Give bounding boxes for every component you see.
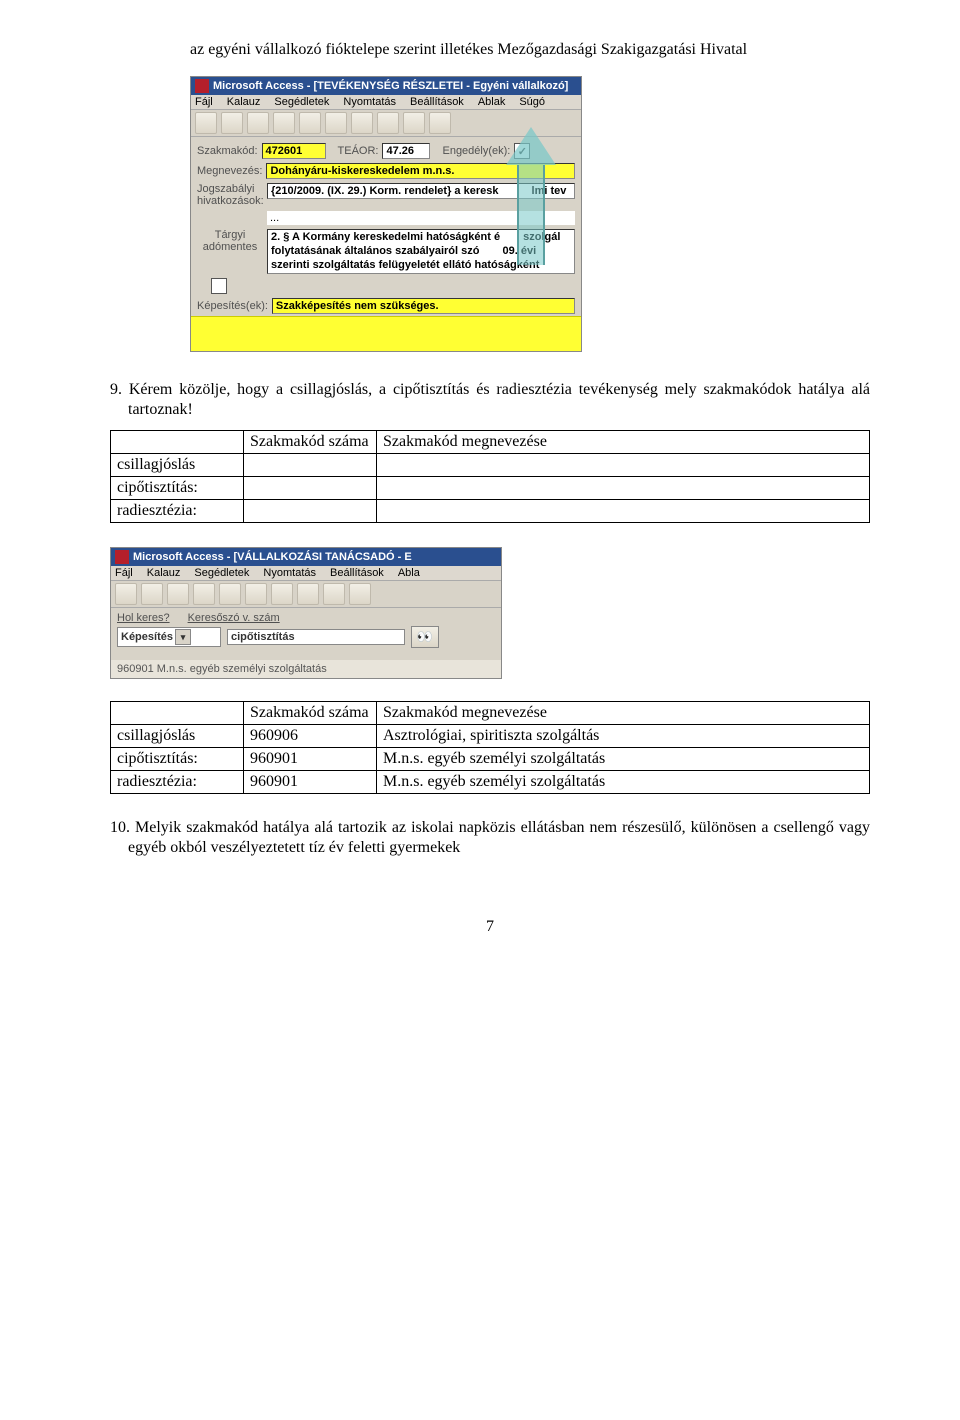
- toolbar-button[interactable]: [273, 112, 295, 134]
- checkbox-engedely[interactable]: ✓: [514, 143, 530, 159]
- row-label: csillagjóslás: [111, 725, 244, 748]
- menu-item[interactable]: Segédletek: [194, 567, 249, 579]
- label-szakmakod: Szakmakód:: [197, 145, 258, 157]
- menu-item[interactable]: Abla: [398, 567, 420, 579]
- search-result[interactable]: 960901 M.n.s. egyéb személyi szolgáltatá…: [111, 660, 501, 678]
- toolbar-button[interactable]: [167, 583, 189, 605]
- intro-text: az egyéni vállalkozó fióktelepe szerint …: [110, 40, 870, 60]
- label-teaor: TEÁOR:: [338, 145, 379, 157]
- menu-item[interactable]: Beállítások: [410, 96, 464, 108]
- label-kepesites: Képesítés(ek):: [197, 300, 268, 312]
- text-targyi-1b: szolgál: [523, 231, 560, 243]
- window-title: Microsoft Access - [VÁLLALKOZÁSI TANÁCSA…: [133, 551, 412, 563]
- toolbar-button[interactable]: [195, 112, 217, 134]
- page-number: 7: [110, 918, 870, 936]
- th-code: Szakmakód száma: [244, 431, 377, 454]
- toolbar-button[interactable]: [377, 112, 399, 134]
- row-code: 960901: [244, 771, 377, 794]
- field-jogszab-tail: lmi tev: [532, 185, 567, 197]
- row-desc: Asztrológiai, spiritiszta szolgáltás: [377, 725, 870, 748]
- window-titlebar: Microsoft Access - [VÁLLALKOZÁSI TANÁCSA…: [111, 548, 501, 566]
- input-kereso[interactable]: cipőtisztítás: [227, 629, 405, 645]
- screenshot-1: Microsoft Access - [TEVÉKENYSÉG RÉSZLETE…: [190, 76, 870, 352]
- field-megnevezes[interactable]: Dohányáru-kiskereskedelem m.n.s.: [266, 163, 575, 179]
- menu-bar[interactable]: Fájl Kalauz Segédletek Nyomtatás Beállít…: [111, 566, 501, 581]
- field-jogszab: {210/2009. (IX. 29.) Korm. rendelet} a k…: [271, 185, 498, 197]
- toolbar-button[interactable]: [219, 583, 241, 605]
- label-hol: Hol keres?: [117, 612, 170, 624]
- menu-item[interactable]: Fájl: [115, 567, 133, 579]
- row-desc: M.n.s. egyéb személyi szolgáltatás: [377, 748, 870, 771]
- row-code: 960901: [244, 748, 377, 771]
- menu-item[interactable]: Kalauz: [227, 96, 261, 108]
- toolbar-button[interactable]: [193, 583, 215, 605]
- toolbar-button[interactable]: [297, 583, 319, 605]
- toolbar-button[interactable]: [141, 583, 163, 605]
- toolbar: [191, 110, 581, 137]
- field-kepesites[interactable]: Szakképesítés nem szükséges.: [272, 298, 575, 314]
- screenshot-2: Microsoft Access - [VÁLLALKOZÁSI TANÁCSA…: [110, 547, 502, 679]
- menu-item[interactable]: Nyomtatás: [343, 96, 396, 108]
- table-blank: Szakmakód száma Szakmakód megnevezése cs…: [110, 430, 870, 523]
- question-9: 9. Kérem közölje, hogy a csillagjóslás, …: [110, 380, 870, 420]
- chevron-down-icon[interactable]: ▾: [175, 629, 191, 645]
- row-label: cipőtisztítás:: [111, 748, 244, 771]
- menu-bar[interactable]: Fájl Kalauz Segédletek Nyomtatás Beállít…: [191, 95, 581, 110]
- dropdown-hol[interactable]: Képesítés ▾: [117, 627, 221, 647]
- toolbar-button[interactable]: [325, 112, 347, 134]
- th-desc: Szakmakód megnevezése: [377, 431, 870, 454]
- text-targyi-2: folytatásának általános szabályairól szó: [271, 245, 479, 257]
- menu-item[interactable]: Súgó: [519, 96, 545, 108]
- toolbar-button[interactable]: [349, 583, 371, 605]
- question-10: 10. Melyik szakmakód hatálya alá tartozi…: [110, 818, 870, 858]
- field-dots: ...: [267, 211, 575, 225]
- menu-item[interactable]: Nyomtatás: [263, 567, 316, 579]
- toolbar-button[interactable]: [323, 583, 345, 605]
- window-title: Microsoft Access - [TEVÉKENYSÉG RÉSZLETE…: [213, 80, 568, 92]
- toolbar-button[interactable]: [429, 112, 451, 134]
- menu-item[interactable]: Segédletek: [274, 96, 329, 108]
- toolbar: [111, 581, 501, 608]
- th-desc: Szakmakód megnevezése: [377, 702, 870, 725]
- row-code: 960906: [244, 725, 377, 748]
- row-label: radiesztézia:: [111, 500, 244, 523]
- table-filled: Szakmakód száma Szakmakód megnevezése cs…: [110, 701, 870, 794]
- toolbar-button[interactable]: [221, 112, 243, 134]
- toolbar-button[interactable]: [115, 583, 137, 605]
- toolbar-button[interactable]: [299, 112, 321, 134]
- text-targyi-1: 2. § A Kormány kereskedelmi hatóságként …: [271, 231, 500, 243]
- field-teaor[interactable]: 47.26: [382, 143, 430, 159]
- menu-item[interactable]: Ablak: [478, 96, 506, 108]
- label-jogszab: Jogszabályi hivatkozások:: [197, 183, 263, 207]
- row-desc: M.n.s. egyéb személyi szolgáltatás: [377, 771, 870, 794]
- toolbar-button[interactable]: [247, 112, 269, 134]
- text-targyi-3: szerinti szolgáltatás felügyeletét ellát…: [271, 259, 571, 273]
- toolbar-button[interactable]: [271, 583, 293, 605]
- checkbox-targyi[interactable]: [211, 278, 227, 294]
- row-label: cipőtisztítás:: [111, 477, 244, 500]
- row-label: radiesztézia:: [111, 771, 244, 794]
- th-code: Szakmakód száma: [244, 702, 377, 725]
- window-titlebar: Microsoft Access - [TEVÉKENYSÉG RÉSZLETE…: [191, 77, 581, 95]
- menu-item[interactable]: Fájl: [195, 96, 213, 108]
- field-szakmakod[interactable]: 472601: [262, 143, 326, 159]
- label-engedely: Engedély(ek):: [442, 145, 510, 157]
- text-targyi-2b: 09. évi: [503, 245, 537, 257]
- menu-item[interactable]: Beállítások: [330, 567, 384, 579]
- toolbar-button[interactable]: [351, 112, 373, 134]
- app-icon: [115, 550, 129, 564]
- app-icon: [195, 79, 209, 93]
- row-label: csillagjóslás: [111, 454, 244, 477]
- search-binoculars-icon[interactable]: 👀: [411, 626, 439, 648]
- toolbar-button[interactable]: [403, 112, 425, 134]
- label-kereso: Keresőszó v. szám: [188, 612, 280, 624]
- menu-item[interactable]: Kalauz: [147, 567, 181, 579]
- label-megnevezes: Megnevezés:: [197, 165, 262, 177]
- toolbar-button[interactable]: [245, 583, 267, 605]
- label-targyi: Tárgyi adómentes: [197, 229, 263, 253]
